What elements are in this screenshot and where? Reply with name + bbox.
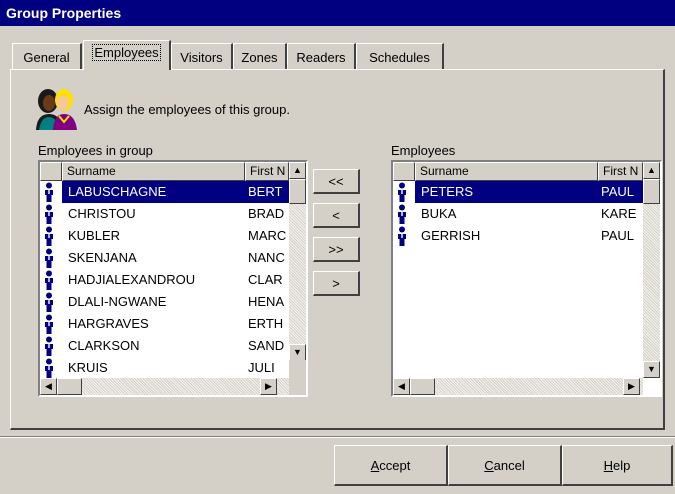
surname-cell: GERRISH	[421, 228, 481, 243]
tab-readers[interactable]: Readers	[287, 43, 356, 69]
employee-person-icon	[45, 226, 53, 246]
tab-general[interactable]: General	[12, 43, 82, 69]
surname-cell: HARGRAVES	[68, 316, 149, 331]
employee-person-icon	[398, 226, 406, 246]
scroll-right-arrow-icon[interactable]: ▶	[623, 378, 640, 395]
employee-list-label: Employees	[391, 143, 456, 158]
group-list-vertical-thumb[interactable]	[289, 179, 306, 204]
employee-list-surname-header[interactable]: Surname	[415, 162, 598, 181]
tab-general-label: General	[23, 50, 70, 65]
group-list-horizontal-thumb[interactable]	[57, 378, 82, 395]
surname-cell: DLALI-NGWANE	[68, 294, 167, 309]
first-name-cell: KARE	[601, 206, 637, 221]
first-name-cell: MARC	[248, 228, 287, 243]
surname-cell: SKENJANA	[68, 250, 137, 265]
employee-person-icon	[45, 270, 53, 290]
employee-list-firstname-header[interactable]: First N	[598, 162, 643, 181]
surname-cell: CLARKSON	[68, 338, 140, 353]
scroll-right-arrow-icon[interactable]: ▶	[260, 378, 277, 395]
surname-cell: BUKA	[421, 206, 457, 221]
scroll-up-arrow-icon[interactable]: ▲	[643, 162, 660, 179]
cancel-label-key: C	[484, 458, 494, 473]
surname-cell: LABUSCHAGNE	[62, 181, 245, 203]
first-name-cell: ERTH	[248, 316, 284, 331]
group-list-icon-header	[40, 162, 62, 181]
help-label-post: elp	[613, 458, 631, 473]
employee-person-icon	[45, 314, 53, 334]
employee-person-icon	[45, 248, 53, 268]
add-one-button[interactable]: <	[313, 203, 360, 228]
tab-readers-label: Readers	[296, 50, 346, 65]
employee-list-horizontal-thumb[interactable]	[410, 378, 435, 395]
scroll-down-arrow-icon[interactable]: ▼	[643, 361, 660, 378]
first-name-cell: PAUL	[601, 228, 634, 243]
group-people-icon	[36, 89, 77, 130]
accept-label-post: ccept	[379, 458, 411, 473]
tab-employees[interactable]: Employees	[83, 40, 171, 70]
scroll-up-arrow-icon[interactable]: ▲	[289, 162, 306, 179]
tab-employees-label: Employees	[92, 44, 161, 61]
surname-cell: PETERS	[415, 181, 598, 203]
scroll-left-arrow-icon[interactable]: ◀	[393, 378, 410, 395]
first-name-cell: PAUL	[598, 181, 643, 203]
surname-cell: CHRISTOU	[68, 206, 136, 221]
employee-list-vertical-scrollbar[interactable]: ▲ ▼	[643, 162, 660, 378]
tab-visitors[interactable]: Visitors	[171, 43, 233, 69]
help-label-key: H	[603, 458, 614, 473]
tab-zones-label: Zones	[241, 50, 278, 65]
first-name-cell: JULI	[248, 360, 275, 375]
tab-visitors-label: Visitors	[180, 50, 223, 65]
group-list-vertical-scrollbar[interactable]: ▲ ▼	[289, 162, 306, 378]
surname-cell: KRUIS	[68, 360, 108, 375]
scroll-corner	[289, 360, 306, 395]
instruction-text: Assign the employees of this group.	[84, 102, 290, 117]
accept-label-key: A	[370, 458, 380, 473]
employee-person-icon	[398, 182, 406, 202]
first-name-cell: BERT	[245, 181, 289, 203]
group-list-horizontal-scrollbar[interactable]: ◀ ▶	[40, 378, 289, 395]
group-list-label: Employees in group	[38, 143, 153, 158]
remove-all-button[interactable]: >>	[313, 237, 360, 262]
cancel-button[interactable]: Cancel	[448, 445, 562, 486]
first-name-cell: BRAD	[248, 206, 285, 221]
employee-list-icon-header	[393, 162, 415, 181]
footer-separator-highlight	[0, 437, 675, 438]
cancel-label-post: ancel	[493, 458, 525, 473]
scroll-down-arrow-icon[interactable]: ▼	[289, 344, 306, 361]
available-employee-list[interactable]: Surname First N PETERS PAUL BUKA KARE GERRIS…	[391, 160, 662, 397]
first-name-cell: SAND	[248, 338, 285, 353]
group-employee-list[interactable]: Surname First N LABUSCHAGNE BERT CHRISTOU B…	[38, 160, 308, 397]
help-button[interactable]: Help	[562, 445, 673, 486]
employee-person-icon	[45, 204, 53, 224]
employee-person-icon	[45, 336, 53, 356]
employee-person-icon	[45, 182, 53, 202]
employee-person-icon	[398, 204, 406, 224]
scroll-left-arrow-icon[interactable]: ◀	[40, 378, 57, 395]
employee-person-icon	[45, 292, 53, 312]
tab-schedules-label: Schedules	[369, 50, 430, 65]
accept-button[interactable]: Accept	[334, 445, 448, 486]
tab-zones[interactable]: Zones	[233, 43, 287, 69]
group-list-surname-header[interactable]: Surname	[62, 162, 245, 181]
surname-cell: KUBLER	[68, 228, 121, 243]
first-name-cell: CLAR	[248, 272, 283, 287]
group-list-firstname-header[interactable]: First N	[245, 162, 289, 181]
window-title: Group Properties	[0, 0, 675, 26]
tab-schedules[interactable]: Schedules	[356, 43, 444, 69]
employee-list-horizontal-scrollbar[interactable]: ◀ ▶	[393, 378, 643, 395]
add-all-button[interactable]: <<	[313, 169, 360, 194]
surname-cell: HADJIALEXANDROU	[68, 272, 196, 287]
employee-person-icon	[45, 358, 53, 378]
first-name-cell: NANC	[248, 250, 285, 265]
first-name-cell: HENA	[248, 294, 285, 309]
employee-list-vertical-thumb[interactable]	[643, 179, 660, 204]
remove-one-button[interactable]: >	[313, 271, 360, 296]
